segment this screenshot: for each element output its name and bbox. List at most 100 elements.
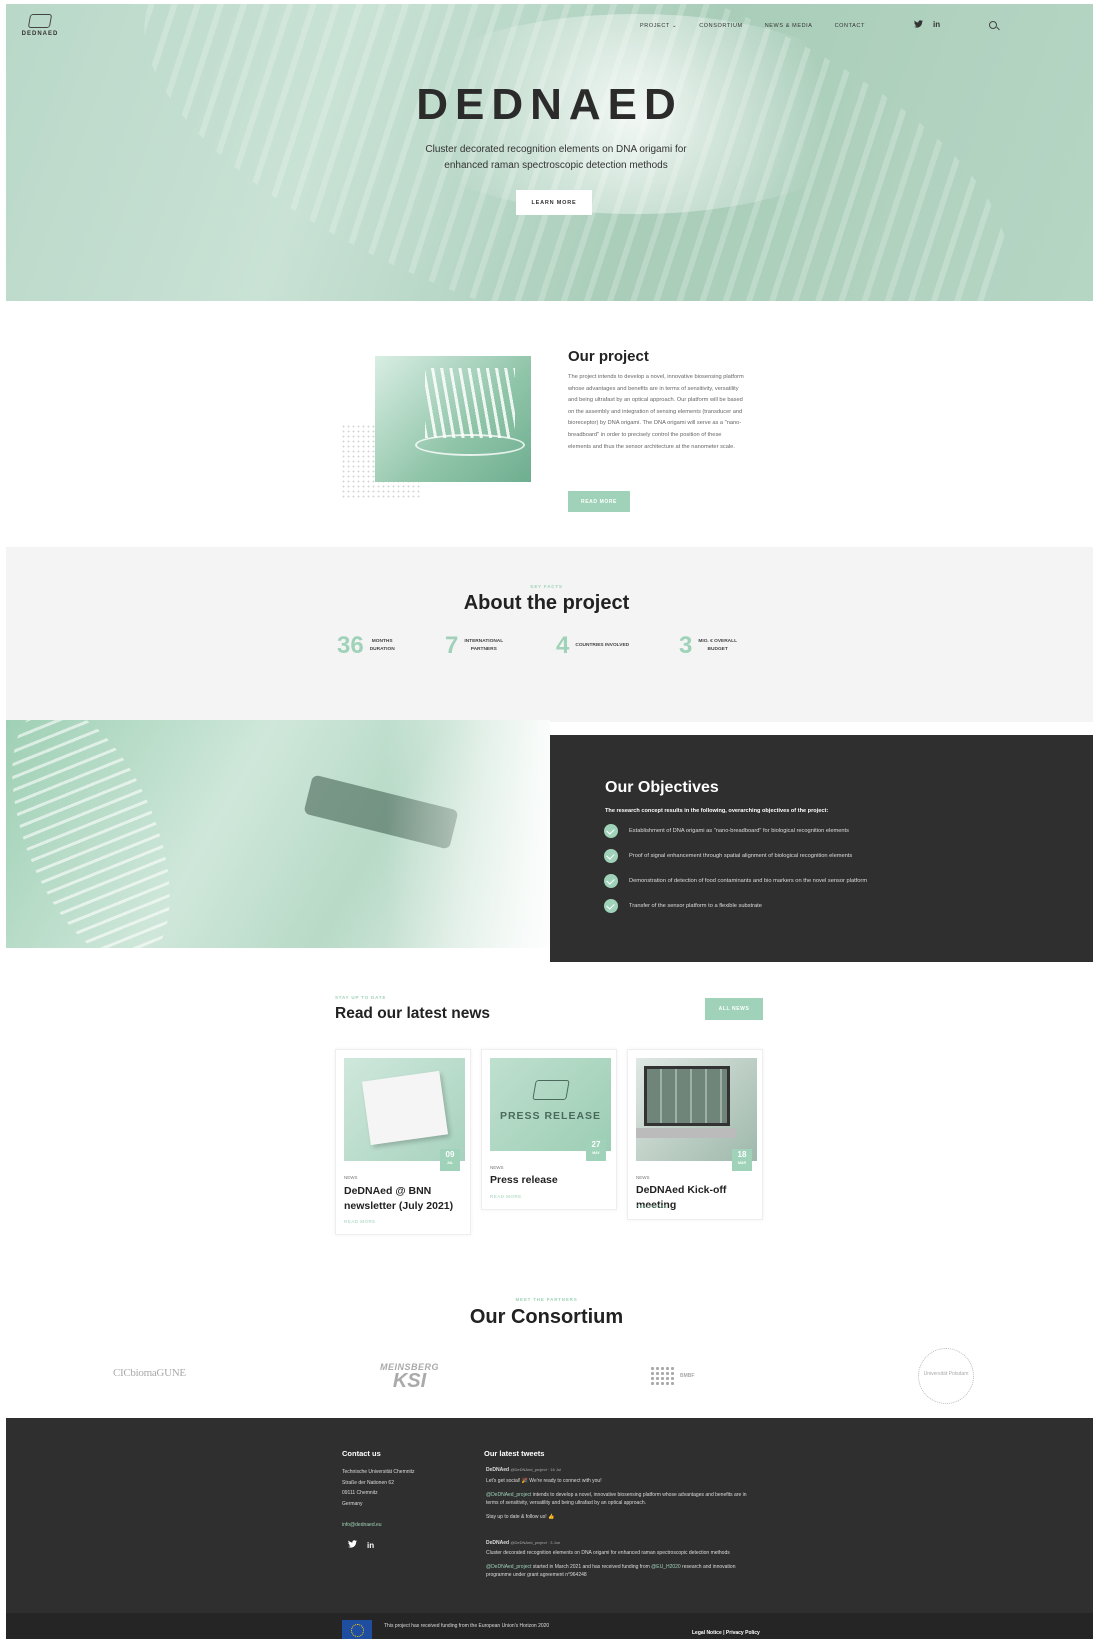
- stat-number: 7: [445, 632, 459, 659]
- stat-countries: 4 COUNTRIES INVOLVED: [556, 632, 629, 660]
- tweet-handle-link[interactable]: @DeDNAed_project: [486, 1492, 531, 1498]
- tweet-author: DeDNAed: [486, 1540, 510, 1546]
- check-icon: [604, 849, 618, 863]
- eu-flag-icon: [342, 1620, 372, 1639]
- social-links: in: [914, 20, 940, 30]
- read-more-link[interactable]: READ MORE: [490, 1194, 522, 1199]
- date-month: JUL: [446, 1161, 454, 1165]
- menu-label: PROJECT: [640, 23, 670, 29]
- stat-label-line: PARTNERS: [470, 647, 497, 652]
- menu-item-consortium[interactable]: CONSORTIUM: [699, 23, 742, 29]
- objective-text: Proof of signal enhancement through spat…: [629, 853, 853, 859]
- logo-text: DEDNAED: [21, 31, 59, 37]
- scientist-dna-image: [6, 720, 550, 948]
- address-line: Straße der Nationen 62: [342, 1479, 394, 1486]
- news-kicker: STAY UP TO DATE: [335, 995, 387, 1000]
- main-menu: PROJECT ⌄ CONSORTIUM NEWS & MEDIA CONTAC…: [640, 23, 865, 29]
- dna-strand: [6, 720, 202, 948]
- privacy-policy-link[interactable]: Privacy Policy: [726, 1630, 760, 1636]
- objective-item: Demonstration of detection of food conta…: [604, 874, 867, 888]
- tweet-meta: @DeDNAed_project · 3 Jun: [510, 1540, 561, 1545]
- date-badge: 09 JUL: [440, 1149, 460, 1171]
- press-release-label: PRESS RELEASE: [499, 1110, 602, 1122]
- date-day: 09: [445, 1150, 455, 1159]
- read-more-button[interactable]: READ MORE: [568, 491, 630, 512]
- news-card[interactable]: PRESS RELEASE 27 MAY NEWS Press release R…: [481, 1049, 617, 1210]
- newsletter-image: [344, 1058, 465, 1161]
- menu-item-news-media[interactable]: NEWS & MEDIA: [765, 23, 813, 29]
- chevron-down-icon: ⌄: [672, 23, 678, 29]
- tweet-author: DeDNAed: [486, 1467, 510, 1473]
- consortium-title: Our Consortium: [469, 1306, 624, 1328]
- objective-item: Transfer of the sensor platform to a fle…: [604, 899, 762, 913]
- news-title: Read our latest news: [335, 1005, 491, 1022]
- partner-name: BMBF: [680, 1373, 695, 1379]
- check-icon: [604, 899, 618, 913]
- about-title: About the project: [463, 592, 630, 614]
- tweet-line: Cluster decorated recognition elements o…: [486, 1549, 730, 1556]
- pipette-image: [375, 356, 531, 482]
- tweet-header: DeDNAed @DeDNAed_project · 16 Jul: [486, 1465, 756, 1476]
- partner-logo-ksi[interactable]: MEINSBERG KSI: [380, 1362, 439, 1391]
- tweet-handle-link[interactable]: @EU_H2020: [651, 1564, 681, 1570]
- twitter-icon[interactable]: [348, 1540, 357, 1550]
- stat-label: MIO. € OVERALL BUDGET: [698, 638, 737, 654]
- stat-number: 3: [679, 632, 693, 659]
- stat-budget: 3 MIO. € OVERALL BUDGET: [679, 632, 737, 660]
- legal-links: Legal Notice | Privacy Policy: [692, 1630, 760, 1636]
- address-line: 09111 Chemnitz: [342, 1490, 378, 1496]
- contact-email-link[interactable]: info@dednaed.eu: [342, 1520, 382, 1531]
- stat-number: 4: [556, 632, 570, 659]
- funding-text: This project has received funding from t…: [384, 1623, 550, 1629]
- partner-logo-cic[interactable]: CICbiomaGUNE: [113, 1367, 186, 1379]
- news-card[interactable]: 09 JUL NEWS DeDNAed @ BNN newsletter (Jul…: [335, 1049, 471, 1235]
- bmbf-logo-icon: [650, 1366, 674, 1386]
- video-call-image: [636, 1058, 757, 1161]
- lab-coat-shape: [386, 720, 550, 948]
- tweet-line: Let's get social! 🎉 We're ready to conne…: [486, 1477, 602, 1484]
- menu-item-contact[interactable]: CONTACT: [835, 23, 865, 29]
- partner-logo-potsdam[interactable]: Universität Potsdam: [918, 1348, 974, 1404]
- about-section: [6, 547, 1093, 722]
- news-category: NEWS: [490, 1165, 504, 1170]
- objectives-intro: The research concept results in the foll…: [605, 808, 829, 814]
- linkedin-icon[interactable]: in: [367, 1541, 374, 1550]
- hero-title: DEDNAED: [416, 80, 683, 129]
- tweet-header: DeDNAed @DeDNAed_project · 3 Jun: [486, 1538, 756, 1549]
- hero-section: DEDNAED PROJECT ⌄ CONSORTIUM NEWS & MEDI…: [6, 4, 1093, 301]
- stat-label-line: DURATION: [369, 647, 395, 652]
- stat-label: INTERNATIONAL PARTNERS: [464, 638, 503, 654]
- all-news-button[interactable]: ALL NEWS: [705, 998, 763, 1020]
- check-icon: [604, 874, 618, 888]
- twitter-icon[interactable]: [914, 20, 923, 30]
- consortium-kicker: MEET THE PARTNERS: [515, 1297, 578, 1302]
- contact-address: Technische Universität Chemnitz Straße d…: [342, 1467, 415, 1509]
- partner-logo-bmbf[interactable]: BMBF: [650, 1366, 694, 1386]
- objective-text: Establishment of DNA origami as "nano-br…: [629, 828, 849, 834]
- search-icon[interactable]: [989, 21, 997, 29]
- news-card[interactable]: 18 MAR NEWS DeDNAed Kick-off meeting READ…: [627, 1049, 763, 1220]
- news-card-title[interactable]: DeDNAed @ BNN newsletter (July 2021): [344, 1184, 464, 1214]
- project-title: Our project: [568, 348, 649, 365]
- read-more-link[interactable]: READ MORE: [344, 1219, 376, 1224]
- objective-item: Proof of signal enhancement through spat…: [604, 849, 852, 863]
- read-more-link[interactable]: READ MORE: [636, 1204, 668, 1209]
- tweet-handle-link[interactable]: @DeDNAed_project: [486, 1564, 531, 1570]
- tweet-2: DeDNAed @DeDNAed_project · 3 Jun Cluster…: [486, 1538, 756, 1579]
- linkedin-icon[interactable]: in: [933, 20, 940, 30]
- news-card-title[interactable]: Press release: [490, 1173, 610, 1188]
- logo-icon: [27, 14, 53, 28]
- about-kicker: KEY FACTS: [530, 584, 563, 589]
- footer-bottom-bar: [6, 1613, 1093, 1639]
- menu-item-project[interactable]: PROJECT ⌄: [640, 23, 677, 29]
- site-logo[interactable]: DEDNAED: [20, 14, 60, 37]
- news-category: NEWS: [344, 1175, 358, 1180]
- stat-label-line: MONTHS: [371, 639, 393, 644]
- stat-months: 36 MONTHS DURATION: [337, 632, 395, 660]
- stat-label-line: BUDGET: [707, 647, 728, 652]
- check-icon: [604, 824, 618, 838]
- learn-more-button[interactable]: LEARN MORE: [516, 190, 592, 215]
- tweet-line: Stay up to date & follow us! 👍: [486, 1514, 555, 1520]
- legal-notice-link[interactable]: Legal Notice: [692, 1630, 722, 1636]
- petri-dish: [415, 434, 525, 456]
